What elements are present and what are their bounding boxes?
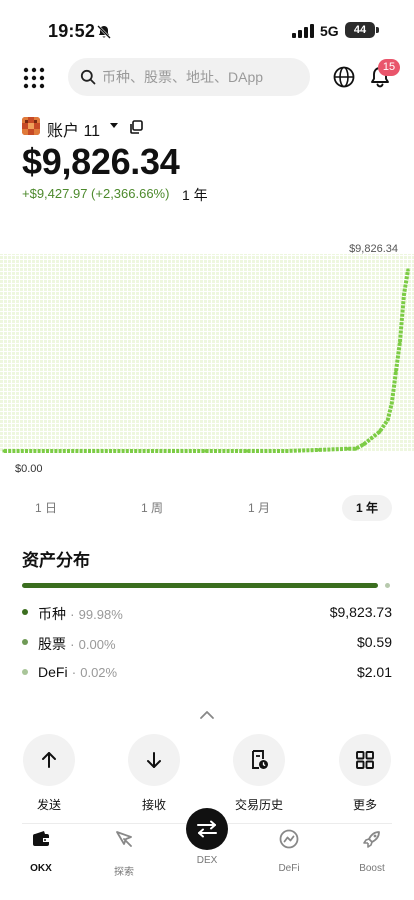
nav-okx[interactable]: OKX [11,828,71,874]
chart-point [402,292,406,296]
chart-point [345,447,349,451]
nav-explore[interactable]: 探索 [94,828,154,878]
swap-icon [197,820,217,838]
chart-point [362,442,366,446]
asset-value: $9,823.73 [329,604,392,620]
nav-defi[interactable]: DeFi [259,828,319,874]
more-button[interactable]: 更多 [338,734,392,813]
bell-off-icon [97,25,111,39]
wallet-icon [33,831,49,846]
notification-badge: 15 [378,59,400,76]
account-name[interactable]: 账户 11 [47,117,100,141]
asset-name: 股票 [38,636,66,652]
asset-value: $0.59 [356,634,392,650]
asset-row-stocks[interactable]: 股票 · 0.00% $0.59 [22,632,392,654]
asset-distribution-title: 资产分布 [22,551,90,570]
chart-point [370,436,374,440]
chart-point [394,370,398,374]
arrow-up-icon [42,752,56,768]
nav-label: OKX [30,863,52,874]
nav-label: DeFi [278,863,300,874]
chevron-up-icon[interactable] [199,710,215,720]
pnl-period: 1 年 [182,187,208,203]
nav-label-dex: DEX [196,855,218,866]
period-tab-1y[interactable]: 1 年 [342,495,392,521]
grid-icon [356,751,374,769]
total-balance: $9,826.34 [22,141,180,182]
chart-point [390,401,394,405]
chart-point [2,449,6,453]
asset-percent: 99.98% [78,607,123,622]
search-bar[interactable] [68,58,310,96]
apps-grid-icon[interactable] [22,66,46,90]
rocket-icon [363,831,380,848]
receive-label: 接收 [141,798,166,812]
chart-point [378,430,382,434]
nav-dex-button[interactable] [186,808,228,850]
defi-icon [279,829,299,849]
nav-label: 探索 [114,867,134,878]
send-button[interactable]: 发送 [22,734,76,813]
asset-name: DeFi [38,664,68,680]
asset-percent: 0.00% [78,637,116,652]
period-tab-1w[interactable]: 1 周 [131,495,173,521]
chart-point [406,268,410,272]
asset-row-coins[interactable]: 币种 · 99.98% $9,823.73 [22,602,392,624]
network-type: 5G [320,23,339,39]
more-label: 更多 [352,798,377,812]
balance-chart[interactable] [0,240,414,480]
chart-point [204,449,208,453]
battery-icon: 44 [345,22,375,38]
chart-point [285,449,289,453]
copy-icon[interactable] [129,120,143,134]
legend-dot [22,669,28,675]
asset-percent: 0.02% [80,665,118,680]
legend-dot [22,639,28,645]
asset-name: 币种 [38,606,66,622]
signal-icon [292,24,314,38]
asset-row-defi[interactable]: DeFi · 0.02% $2.01 [22,662,392,684]
nav-label: Boost [359,863,385,874]
asset-value: $2.01 [356,664,392,680]
chart-point [244,449,248,453]
distribution-bar [22,583,378,588]
nav-boost[interactable]: Boost [342,828,402,874]
chart-min-label: $0.00 [15,463,43,475]
history-button[interactable]: 交易历史 [232,734,286,813]
history-label: 交易历史 [234,798,283,812]
pnl-change: +$9,427.97 (+2,366.66%) [22,186,170,201]
receive-button[interactable]: 接收 [127,734,181,813]
compass-icon [116,831,132,847]
chart-point [354,447,357,451]
period-tab-1d[interactable]: 1 日 [25,495,67,521]
search-icon [80,69,96,85]
search-input[interactable] [102,58,302,96]
status-bar: 19:52 5G 44 [0,0,414,56]
account-avatar[interactable] [22,117,40,135]
period-tab-1m[interactable]: 1 月 [238,495,280,521]
chart-point [386,418,390,422]
send-label: 发送 [36,798,61,812]
chart-point [398,340,402,344]
history-icon [252,750,268,769]
status-time: 19:52 [48,21,96,41]
arrow-down-icon [147,752,161,768]
caret-down-icon[interactable] [110,123,118,128]
legend-dot [22,609,28,615]
battery-nub [376,27,379,33]
distribution-bar-remainder [385,583,390,588]
chart-grid-background [0,254,414,452]
globe-icon[interactable] [333,66,355,88]
chart-point [317,448,321,452]
